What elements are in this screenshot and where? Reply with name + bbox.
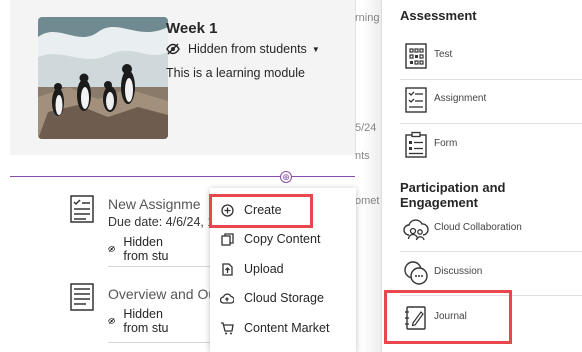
panel-item-label: Test bbox=[434, 49, 453, 60]
menu-item-label: Upload bbox=[244, 262, 284, 276]
assignment-icon bbox=[70, 195, 94, 223]
insert-content-line[interactable] bbox=[10, 176, 355, 177]
cloud-collaboration-icon bbox=[403, 219, 429, 241]
participation-section-title: Participation and Engagement bbox=[400, 180, 506, 210]
learning-module-card[interactable]: Week 1 Hidden from students ▼ This is a … bbox=[10, 0, 356, 155]
content-item-visibility[interactable]: Hidden from stu bbox=[108, 307, 170, 335]
content-item-title[interactable]: Overview and Ou bbox=[108, 286, 216, 302]
panel-item-cloud-collaboration[interactable]: Cloud Collaboration bbox=[402, 209, 582, 249]
cloud-upload-icon bbox=[220, 291, 234, 305]
eye-slash-icon bbox=[108, 318, 116, 324]
panel-shadow bbox=[362, 0, 382, 352]
module-thumbnail bbox=[38, 17, 168, 139]
module-visibility-label: Hidden from students bbox=[188, 42, 307, 56]
menu-item-copy-content[interactable]: Copy Content bbox=[210, 225, 356, 253]
content-item-visibility-label: Hidden from stu bbox=[123, 307, 169, 335]
copy-icon bbox=[220, 232, 234, 246]
eye-slash-icon bbox=[108, 246, 116, 252]
panel-item-label: Discussion bbox=[434, 266, 483, 277]
highlight-box-journal bbox=[384, 290, 512, 344]
assignment-icon bbox=[405, 87, 427, 113]
menu-item-label: Cloud Storage bbox=[244, 291, 324, 305]
form-icon bbox=[405, 131, 427, 158]
menu-item-label: Content Market bbox=[244, 321, 330, 335]
document-icon bbox=[70, 283, 94, 311]
module-visibility-dropdown[interactable]: Hidden from students ▼ bbox=[166, 42, 320, 56]
panel-item-test[interactable]: Test bbox=[402, 36, 582, 76]
highlight-box-create bbox=[209, 194, 313, 228]
market-icon bbox=[220, 321, 234, 335]
module-title[interactable]: Week 1 bbox=[166, 20, 217, 37]
divider bbox=[108, 266, 210, 267]
upload-icon bbox=[220, 262, 234, 276]
panel-item-label: Form bbox=[434, 138, 458, 149]
test-icon bbox=[405, 43, 427, 69]
add-content-icon[interactable]: ⊕ bbox=[280, 171, 292, 183]
module-description: This is a learning module bbox=[166, 66, 305, 80]
menu-item-content-market[interactable]: Content Market bbox=[210, 314, 356, 342]
assessment-section-title: Assessment bbox=[400, 8, 477, 23]
content-item-visibility[interactable]: Hidden from stu bbox=[108, 235, 170, 263]
content-item-visibility-label: Hidden from stu bbox=[123, 235, 169, 263]
course-content-page: Week 1 Hidden from students ▼ This is a … bbox=[0, 0, 582, 352]
discussion-icon bbox=[404, 261, 428, 285]
content-item-title[interactable]: New Assignme bbox=[108, 196, 201, 212]
panel-item-label: Cloud Collaboration bbox=[434, 222, 522, 233]
panel-item-discussion[interactable]: Discussion bbox=[402, 253, 582, 293]
chevron-down-icon: ▼ bbox=[311, 44, 320, 54]
panel-item-assignment[interactable]: Assignment bbox=[402, 80, 582, 120]
eye-slash-icon bbox=[166, 43, 180, 55]
panel-item-form[interactable]: Form bbox=[402, 125, 582, 165]
divider bbox=[108, 342, 210, 343]
menu-item-cloud-storage[interactable]: Cloud Storage bbox=[210, 284, 356, 312]
menu-item-upload[interactable]: Upload bbox=[210, 255, 356, 283]
content-item-due-date: Due date: 4/6/24, 1 bbox=[108, 215, 215, 229]
menu-item-label: Copy Content bbox=[244, 232, 321, 246]
divider bbox=[400, 123, 582, 124]
divider bbox=[400, 251, 582, 252]
panel-item-label: Assignment bbox=[434, 93, 487, 104]
